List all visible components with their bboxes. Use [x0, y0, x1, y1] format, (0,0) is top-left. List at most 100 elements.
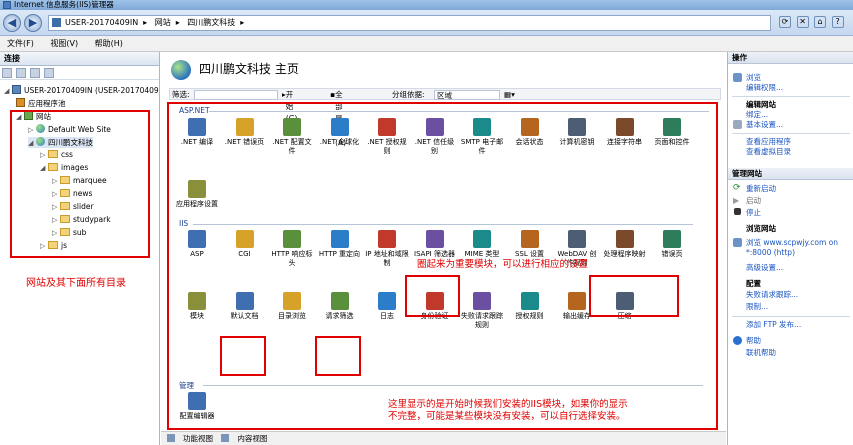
features-view-icon	[167, 434, 175, 442]
group-edit-site: 编辑网站	[746, 100, 776, 109]
feature-iis-17[interactable]: 失败请求跟踪规则	[460, 292, 504, 330]
divider	[209, 111, 709, 112]
address-bar: ◀ ▶ USER-20170409IN ▸ 网站 ▸ 四川鹏文科技 ▸ ⟳ ✕ ⌂ ?	[0, 10, 853, 36]
feature-iis-15[interactable]: 日志	[365, 292, 409, 321]
feature-iis-4[interactable]: IP 地址和域限制	[365, 230, 409, 268]
tree-app-pools[interactable]: 应用程序池	[16, 98, 66, 109]
feature-aspnet-8[interactable]: 计算机密钥	[555, 118, 599, 147]
feature-aspnet-1[interactable]: .NET 错误页	[223, 118, 267, 147]
group-select[interactable]: 区域	[434, 90, 500, 100]
action-restart[interactable]: 重新启动	[746, 184, 776, 193]
feature-label: 计算机密钥	[559, 138, 595, 146]
refresh-tree-icon[interactable]	[44, 68, 54, 78]
connect-icon[interactable]	[2, 68, 12, 78]
action-advanced-settings[interactable]: 高级设置...	[746, 263, 783, 272]
feature-icon	[568, 118, 586, 136]
feature-aspnet-0[interactable]: .NET 编译	[175, 118, 219, 147]
home-icon[interactable]: ⌂	[814, 16, 827, 28]
feature-label: 模块	[190, 312, 204, 320]
action-bindings[interactable]: 绑定...	[746, 110, 768, 119]
crumb-server[interactable]: USER-20170409IN	[65, 18, 138, 27]
action-browse-site[interactable]: 浏览 www.scpwjy.com on	[746, 238, 838, 247]
feature-iis-14[interactable]: 请求筛选	[318, 292, 362, 321]
feature-label: 配置编辑器	[179, 412, 215, 420]
action-limits[interactable]: 限制...	[746, 302, 768, 311]
feature-icon	[425, 118, 444, 136]
feature-iis-5[interactable]: ISAPI 筛选器	[413, 230, 457, 259]
feature-icon	[283, 292, 301, 310]
action-basic-settings[interactable]: 基本设置...	[746, 120, 783, 129]
divider	[732, 96, 850, 97]
menu-file[interactable]: 文件(F)	[7, 39, 34, 48]
feature-icon	[188, 292, 206, 310]
feature-icon	[520, 118, 539, 136]
feature-label: 错误页	[661, 250, 683, 258]
content-view-icon	[221, 434, 230, 442]
feature-aspnet-2[interactable]: .NET 配置文件	[270, 118, 314, 156]
feature-iis-9[interactable]: 处理程序映射	[603, 230, 647, 259]
action-edit-permissions[interactable]: 编辑权限...	[746, 83, 783, 92]
feature-label: IP 地址和域限制	[365, 250, 409, 267]
feature-iis-1[interactable]: CGI	[223, 230, 267, 259]
feature-aspnet-3[interactable]: .NET 全球化	[318, 118, 362, 147]
section-mgmt: 管理	[179, 381, 194, 390]
feature-aspnet-10[interactable]: 页面和控件	[650, 118, 694, 147]
feature-iis-0[interactable]: ASP	[175, 230, 219, 259]
feature-iis-6[interactable]: MIME 类型	[460, 230, 504, 259]
feature-aspnet-6[interactable]: SMTP 电子邮件	[460, 118, 504, 156]
tab-content-view[interactable]: 内容视图	[221, 434, 267, 443]
feature-aspnet-4[interactable]: .NET 授权规则	[365, 118, 409, 156]
view-toggle-icon[interactable]: ▦▾	[504, 89, 515, 101]
feature-icon	[235, 292, 254, 310]
browse-icon	[733, 73, 742, 82]
back-button[interactable]: ◀	[3, 14, 21, 32]
app-icon	[3, 1, 11, 9]
action-help[interactable]: 帮助	[746, 336, 761, 345]
feature-iis-11[interactable]: 模块	[175, 292, 219, 321]
save-icon[interactable]	[16, 68, 26, 78]
feature-mgmt-0[interactable]: 配置编辑器	[175, 392, 219, 421]
action-browse-port[interactable]: *:8000 (http)	[746, 248, 795, 257]
action-view-apps[interactable]: 查看应用程序	[746, 137, 791, 146]
breadcrumb[interactable]: USER-20170409IN ▸ 网站 ▸ 四川鹏文科技 ▸	[48, 15, 771, 31]
feature-iis-13[interactable]: 目录浏览	[270, 292, 314, 321]
feature-label: 授权规则	[515, 312, 544, 320]
menu-help[interactable]: 帮助(H)	[95, 39, 123, 48]
forward-button[interactable]: ▶	[24, 14, 42, 32]
action-online-help[interactable]: 联机帮助	[746, 348, 776, 357]
feature-aspnet-7[interactable]: 会话状态	[508, 118, 552, 147]
feature-icon	[473, 292, 491, 310]
show-all-button[interactable]: ▪ 全部显示(A)	[330, 89, 346, 147]
action-view-vdirs[interactable]: 查看虚拟目录	[746, 147, 791, 156]
action-add-ftp[interactable]: 添加 FTP 发布...	[746, 320, 801, 329]
go-button[interactable]: ▸ 开始(G)	[282, 89, 297, 123]
feature-icon	[188, 180, 206, 198]
crumb-site[interactable]: 四川鹏文科技	[187, 18, 235, 27]
crumb-sites[interactable]: 网站	[155, 18, 171, 27]
action-browse[interactable]: 浏览	[746, 73, 761, 82]
feature-iis-12[interactable]: 默认文档	[223, 292, 267, 321]
connections-pane: 连接 ◢ USER-20170409IN (USER-20170409 应用程序池…	[0, 52, 160, 445]
tab-features-view[interactable]: 功能视图	[167, 434, 213, 443]
feature-iis-18[interactable]: 授权规则	[508, 292, 552, 321]
feature-iis-2[interactable]: HTTP 响应标头	[270, 230, 314, 268]
feature-aspnet-11[interactable]: 应用程序设置	[175, 180, 219, 209]
stop-icon[interactable]: ✕	[796, 16, 809, 28]
help-icon[interactable]: ?	[831, 16, 844, 28]
divider	[732, 316, 850, 317]
action-stop[interactable]: 停止	[746, 208, 761, 217]
up-icon[interactable]	[30, 68, 40, 78]
feature-icon	[663, 118, 681, 136]
highlight-isapi	[405, 275, 460, 317]
feature-aspnet-5[interactable]: .NET 信任级别	[413, 118, 457, 156]
action-failed-requests[interactable]: 失败请求跟踪...	[746, 290, 798, 299]
feature-iis-3[interactable]: HTTP 重定向	[318, 230, 362, 259]
feature-iis-10[interactable]: 错误页	[650, 230, 694, 259]
refresh-icon[interactable]: ⟳	[779, 16, 791, 28]
filter-input[interactable]	[194, 90, 278, 100]
feature-aspnet-9[interactable]: 连接字符串	[603, 118, 647, 147]
menu-view[interactable]: 视图(V)	[50, 39, 78, 48]
feature-iis-7[interactable]: SSL 设置	[508, 230, 552, 259]
tree-server[interactable]: ◢ USER-20170409IN (USER-20170409	[4, 85, 159, 96]
highlight-default-doc	[220, 336, 266, 376]
